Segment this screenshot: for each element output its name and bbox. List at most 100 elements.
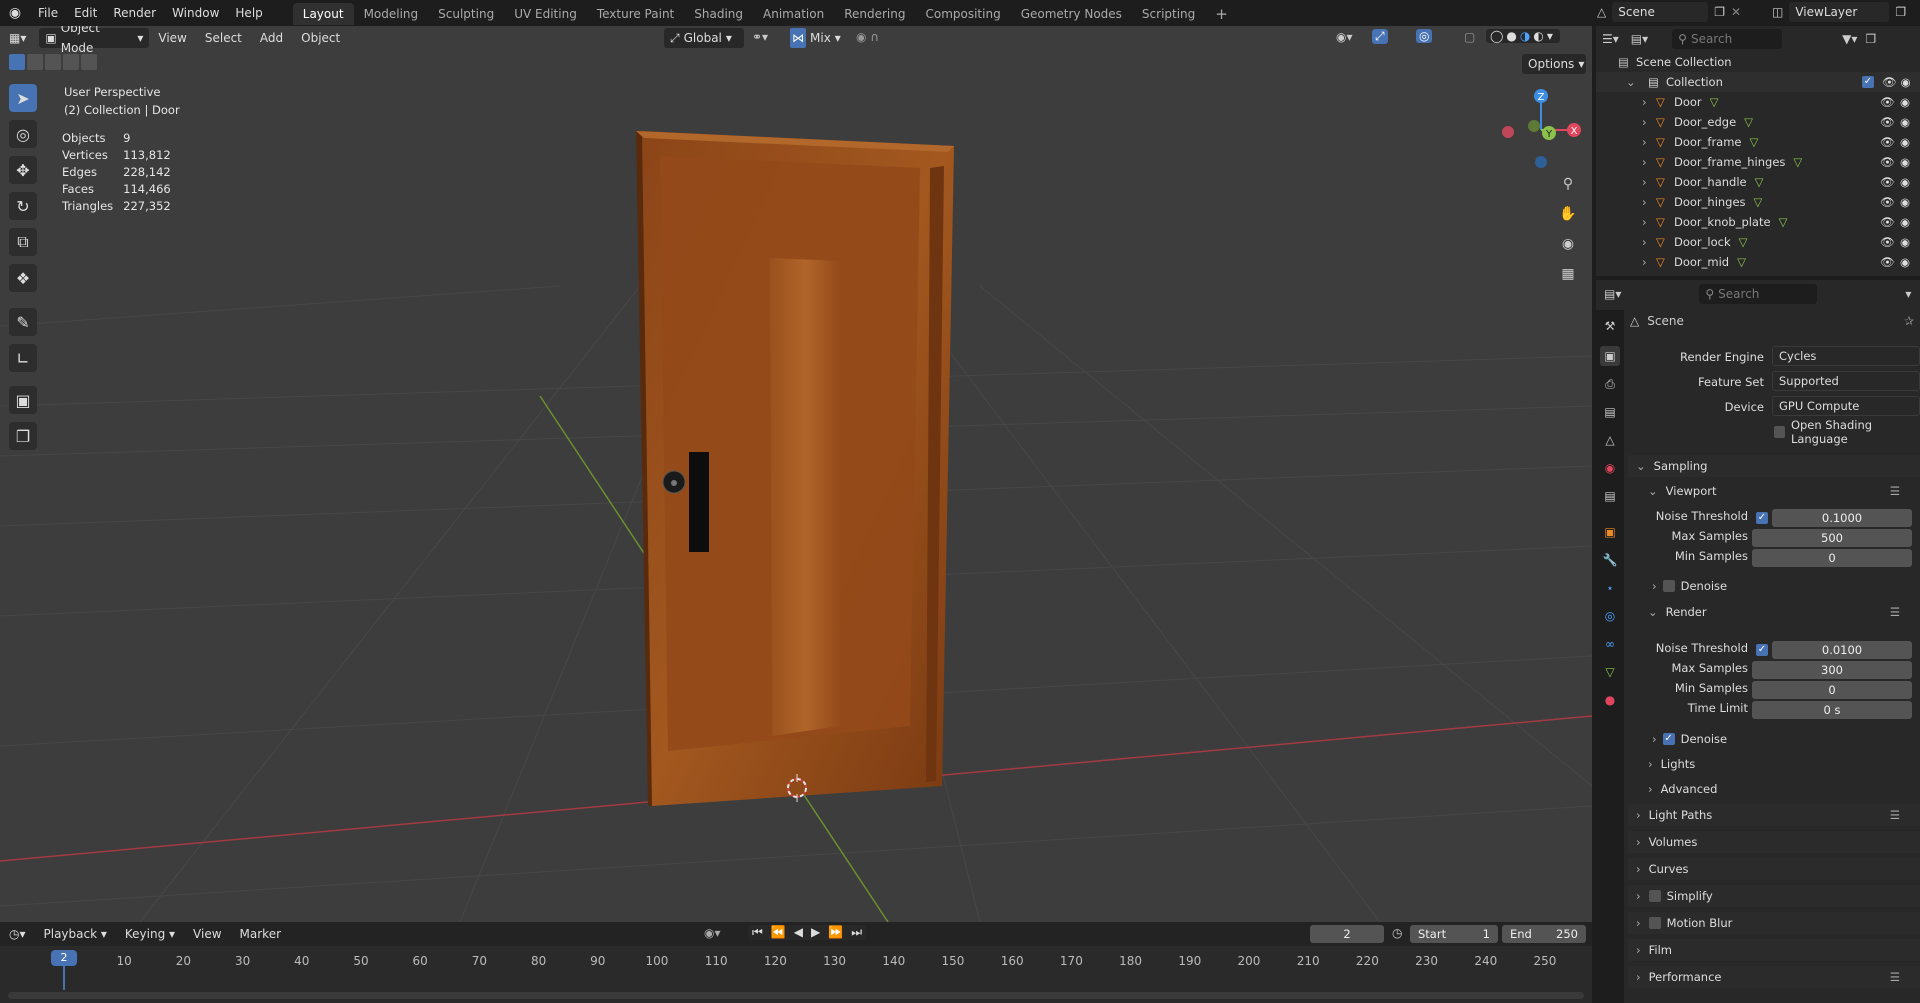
render-subpanel-header[interactable]: ⌄ Render ☰ (1640, 601, 1920, 623)
playhead[interactable]: 2 (51, 950, 77, 966)
chevron-right-icon[interactable]: › (1642, 155, 1656, 169)
add-primitive-tool-icon[interactable]: ❐ (9, 422, 37, 450)
volumes-panel-header[interactable]: › Volumes (1628, 831, 1920, 853)
scene-name-field[interactable]: Scene (1612, 2, 1709, 22)
autokey-icon[interactable]: ◉▾ (704, 926, 721, 940)
add-workspace-button[interactable]: + (1205, 3, 1238, 25)
next-keyframe-icon[interactable]: ⏩ (824, 925, 847, 940)
eye-icon[interactable]: 👁 (1880, 175, 1895, 189)
mesh-data-icon[interactable]: ▽ (1793, 155, 1802, 169)
tab-geometry-nodes[interactable]: Geometry Nodes (1011, 3, 1132, 25)
perspective-toggle-icon[interactable]: ▦ (1556, 262, 1580, 286)
eye-icon[interactable]: 👁 (1880, 135, 1895, 149)
overlay-toggle-icon[interactable]: ◎ (1416, 29, 1433, 43)
r-noise-threshold-field[interactable]: 0.0100 (1772, 641, 1912, 659)
select-tool-icon[interactable]: ➤ (9, 84, 37, 112)
camera-icon[interactable]: ◉ (1900, 215, 1910, 229)
options-button[interactable]: Options ▾ (1522, 54, 1586, 74)
tab-animation[interactable]: Animation (753, 3, 834, 25)
outliner-object-row[interactable]: › ▽ Door ▽ 👁 ◉ (1596, 92, 1920, 112)
preview-range-icon[interactable]: ◷ (1392, 926, 1402, 940)
chevron-right-icon[interactable]: › (1642, 175, 1656, 189)
menu-playback[interactable]: Playback ▾ (35, 922, 116, 946)
tab-layout[interactable]: Layout (292, 2, 354, 25)
clock-icon[interactable]: ◷▾ (0, 922, 35, 946)
camera-icon[interactable]: ◉ (1900, 155, 1910, 169)
play-icon[interactable]: ▶ (807, 925, 824, 940)
device-dropdown[interactable]: GPU Compute (1772, 396, 1920, 416)
select-intersect-icon[interactable] (81, 54, 97, 70)
camera-icon[interactable]: ◉ (1900, 195, 1910, 209)
outliner-object-row[interactable]: › ▽ Door_frame ▽ 👁 ◉ (1596, 132, 1920, 152)
mesh-data-icon[interactable]: ▽ (1744, 115, 1753, 129)
select-subtract-icon[interactable] (45, 54, 61, 70)
outliner-object-row[interactable]: › ▽ Door_handle ▽ 👁 ◉ (1596, 172, 1920, 192)
timeline-ruler[interactable]: 10 20 30 40 50 60 70 80 90 100 110 120 130 140 150 160 1… (0, 946, 1592, 1003)
r-min-samples-field[interactable]: 0 (1752, 681, 1912, 699)
tab-texture-paint[interactable]: Texture Paint (587, 3, 684, 25)
scale-tool-icon[interactable]: ⧉ (9, 228, 37, 256)
new-scene-icon[interactable]: ❐ (1714, 5, 1725, 19)
cursor-tool-icon[interactable]: ◎ (9, 120, 37, 148)
tab-shading[interactable]: Shading (684, 3, 753, 25)
outliner-object-row[interactable]: › ▽ Door_lock ▽ 👁 ◉ (1596, 232, 1920, 252)
navigation-gizmo[interactable]: Z X Y (1496, 82, 1586, 174)
outliner-editor-icon[interactable]: ☰▾ (1596, 32, 1625, 46)
outliner-object-row[interactable]: › ▽ Door_edge ▽ 👁 ◉ (1596, 112, 1920, 132)
menu-object[interactable]: Object (292, 26, 349, 50)
timeline-scrollbar[interactable] (8, 992, 1584, 999)
measure-tool-icon[interactable]: ∟ (9, 344, 37, 372)
scene-icon[interactable]: △ (1597, 5, 1606, 19)
camera-icon[interactable]: ◉ (1900, 115, 1910, 129)
tool-tab-icon[interactable]: ⚒ (1600, 316, 1620, 336)
view-layer-field[interactable]: ViewLayer (1789, 2, 1890, 22)
menu-window[interactable]: Window (164, 0, 227, 26)
select-invert-icon[interactable] (63, 54, 79, 70)
chevron-right-icon[interactable]: › (1642, 235, 1656, 249)
performance-panel-header[interactable]: › Performance ☰ (1628, 966, 1920, 988)
vp-noise-threshold-checkbox[interactable]: ✓ (1756, 512, 1768, 524)
scene-tab-icon[interactable]: △ (1600, 430, 1620, 450)
eye-icon[interactable]: 👁 (1880, 115, 1895, 129)
eye-icon[interactable]: 👁 (1880, 235, 1895, 249)
move-tool-icon[interactable]: ✥ (9, 156, 37, 184)
mesh-data-icon[interactable]: ▽ (1779, 215, 1788, 229)
new-view-layer-icon[interactable]: ❐ (1895, 5, 1906, 19)
r-time-limit-field[interactable]: 0 s (1752, 701, 1912, 719)
camera-icon[interactable]: ◉ (1900, 175, 1910, 189)
shading-modes[interactable]: ◯●◑◐▾ (1486, 29, 1560, 43)
eye-icon[interactable]: 👁 (1880, 195, 1895, 209)
outliner-search[interactable]: ⚲ Search (1672, 29, 1783, 49)
delete-scene-icon[interactable]: ✕ (1731, 5, 1741, 19)
lights-subpanel-header[interactable]: › Lights (1640, 753, 1920, 775)
tab-scripting[interactable]: Scripting (1132, 3, 1205, 25)
zoom-icon[interactable]: ⚲ (1556, 172, 1580, 196)
simplify-checkbox[interactable] (1648, 890, 1661, 902)
end-frame-field[interactable]: End 250 (1502, 925, 1586, 943)
pan-hand-icon[interactable]: ✋ (1556, 202, 1580, 226)
eye-icon[interactable]: 👁 (1882, 75, 1897, 89)
eye-icon[interactable]: 👁 (1880, 255, 1895, 269)
prev-keyframe-icon[interactable]: ⏪ (767, 925, 790, 940)
properties-editor-icon[interactable]: ▤▾ (1596, 287, 1629, 301)
tab-modeling[interactable]: Modeling (354, 3, 429, 25)
camera-icon[interactable]: ◉ (1900, 95, 1910, 109)
rotate-tool-icon[interactable]: ↻ (9, 192, 37, 220)
tab-compositing[interactable]: Compositing (915, 3, 1010, 25)
presets-list-icon[interactable]: ☰ (1890, 970, 1900, 984)
filter-icon[interactable]: ▼▾ (1842, 32, 1857, 46)
curves-panel-header[interactable]: › Curves (1628, 858, 1920, 880)
3d-viewport[interactable]: ▦▾ ▣ Object Mode ▾ View Select Add Objec… (0, 26, 1592, 922)
scene-collection-row[interactable]: ▤ Scene Collection (1596, 52, 1920, 72)
outliner-object-row[interactable]: › ▽ Door_frame_hinges ▽ 👁 ◉ (1596, 152, 1920, 172)
motion-blur-checkbox[interactable] (1648, 917, 1661, 929)
eye-icon[interactable]: 👁 (1880, 95, 1895, 109)
feature-set-dropdown[interactable]: Supported (1772, 371, 1920, 391)
properties-search[interactable]: ⚲ Search (1699, 284, 1818, 304)
door-model[interactable] (636, 131, 954, 806)
camera-icon[interactable]: ◉ (1900, 135, 1910, 149)
pin-icon[interactable]: ✰ (1904, 314, 1914, 328)
snap-dropdown[interactable]: ⋈ Mix ▾ (784, 28, 848, 48)
start-frame-field[interactable]: Start 1 (1410, 925, 1498, 943)
osl-row[interactable]: Open Shading Language (1774, 418, 1920, 446)
